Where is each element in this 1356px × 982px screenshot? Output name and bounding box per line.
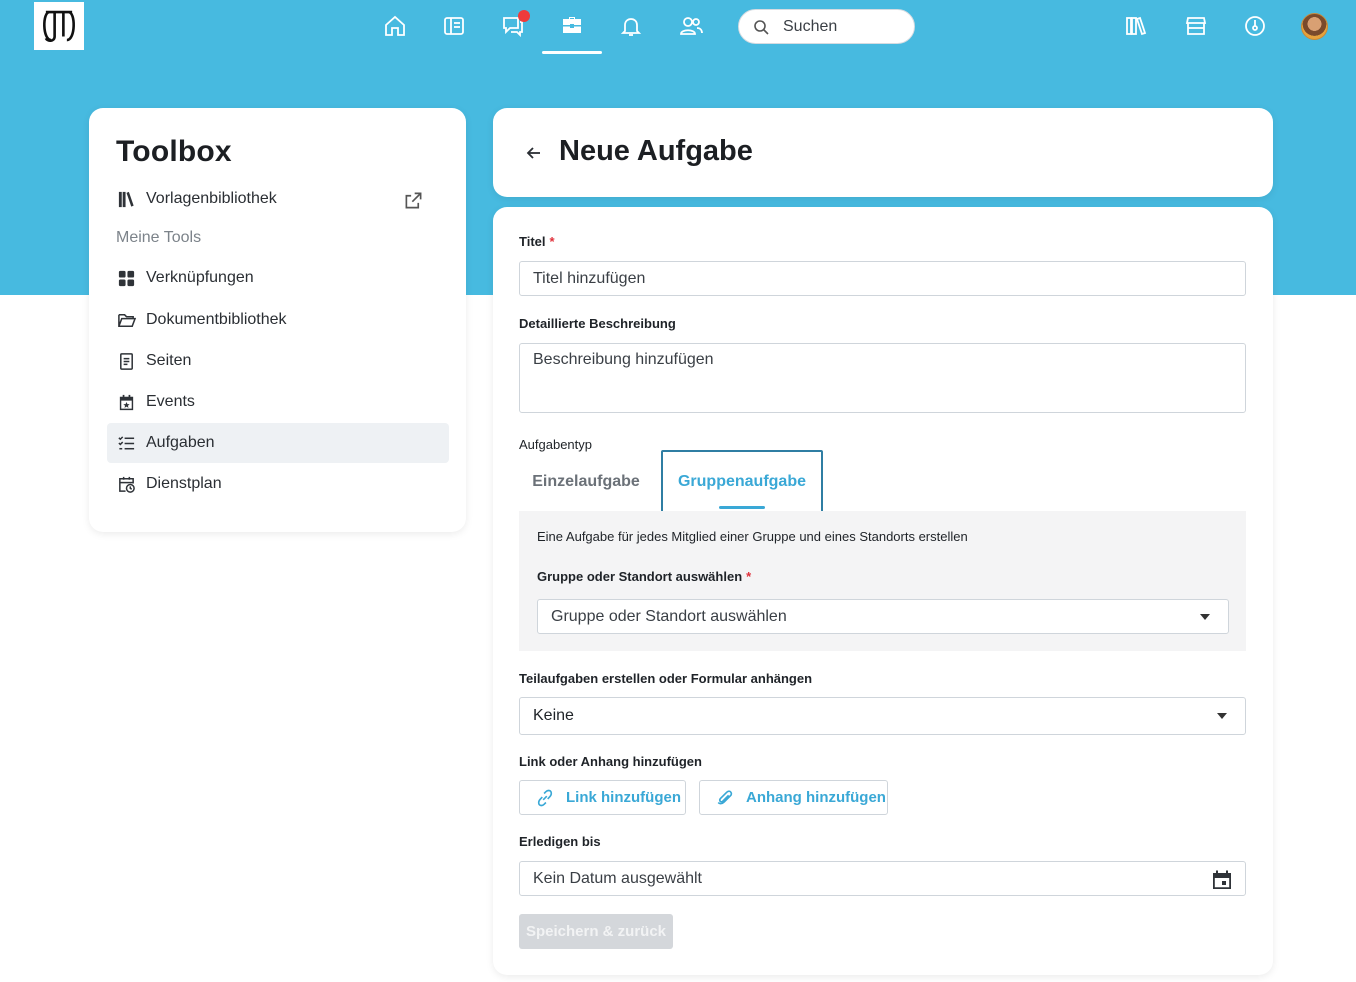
active-nav-indicator bbox=[542, 51, 602, 54]
logo-icon bbox=[43, 10, 75, 42]
tab-group-task[interactable]: Gruppenaufgabe bbox=[661, 450, 823, 514]
sidebar-item-duty-roster[interactable]: Dienstplan bbox=[107, 464, 449, 504]
save-and-back-button[interactable]: Speichern & zurück bbox=[519, 914, 673, 949]
calendar-clock-icon bbox=[119, 476, 135, 493]
news-icon[interactable] bbox=[440, 12, 468, 40]
toolbox-icon[interactable] bbox=[558, 12, 586, 40]
add-attachment-label: Anhang hinzufügen bbox=[746, 789, 886, 806]
task-form: Titel * Titel hinzufügen Detaillierte Bes… bbox=[493, 207, 1273, 975]
group-select[interactable]: Gruppe oder Standort auswählen bbox=[537, 599, 1229, 634]
description-textarea[interactable]: Beschreibung hinzufügen bbox=[519, 343, 1246, 413]
page-header: Neue Aufgabe bbox=[493, 108, 1273, 197]
home-icon[interactable] bbox=[381, 12, 409, 40]
sidebar-item-label: Dienstplan bbox=[146, 475, 222, 492]
group-select-value: Gruppe oder Standort auswählen bbox=[551, 607, 787, 625]
folder-icon bbox=[118, 313, 136, 327]
calendar-star-icon bbox=[119, 394, 134, 410]
add-link-button[interactable]: Link hinzufügen bbox=[519, 780, 686, 815]
description-label: Detaillierte Beschreibung bbox=[519, 316, 676, 331]
sidebar-item-template-library[interactable]: Vorlagenbibliothek bbox=[107, 179, 449, 219]
chevron-down-icon bbox=[1200, 613, 1210, 620]
attachment-label: Link oder Anhang hinzufügen bbox=[519, 754, 702, 769]
sidebar-item-shortcuts[interactable]: Verknüpfungen bbox=[107, 258, 449, 298]
link-icon bbox=[537, 789, 553, 806]
chevron-down-icon bbox=[1217, 713, 1227, 719]
subtask-select[interactable]: Keine bbox=[519, 697, 1246, 735]
back-arrow-icon[interactable] bbox=[524, 143, 544, 163]
search-icon bbox=[754, 19, 769, 35]
toolbox-sidebar: Toolbox Vorlagenbibliothek Meine Tools V… bbox=[89, 108, 466, 532]
subtask-label: Teilaufgaben erstellen oder Formular anh… bbox=[519, 671, 813, 686]
notification-badge bbox=[518, 10, 530, 22]
due-date-label: Erledigen bis bbox=[519, 834, 601, 849]
group-select-label: Gruppe oder Standort auswählen * bbox=[537, 569, 752, 584]
app-logo[interactable] bbox=[34, 2, 84, 50]
paperclip-icon bbox=[717, 789, 733, 804]
sidebar-title: Toolbox bbox=[116, 135, 232, 168]
sidebar-item-events[interactable]: Events bbox=[107, 382, 449, 422]
sidebar-item-label: Aufgaben bbox=[146, 434, 215, 451]
page-title: Neue Aufgabe bbox=[559, 135, 753, 167]
group-task-panel: Eine Aufgabe für jedes Mitglied einer Gr… bbox=[519, 511, 1246, 651]
group-task-description: Eine Aufgabe für jedes Mitglied einer Gr… bbox=[537, 529, 968, 544]
page-icon bbox=[120, 352, 133, 370]
external-link-icon[interactable] bbox=[404, 191, 423, 210]
store-icon[interactable] bbox=[1182, 12, 1210, 40]
people-icon[interactable] bbox=[677, 12, 705, 40]
library-icon bbox=[118, 191, 134, 207]
calendar-icon[interactable] bbox=[1211, 869, 1233, 891]
user-avatar[interactable] bbox=[1301, 13, 1328, 40]
add-link-label: Link hinzufügen bbox=[566, 789, 681, 806]
title-label: Titel * bbox=[519, 234, 555, 249]
sidebar-item-tasks[interactable]: Aufgaben bbox=[107, 423, 449, 463]
grid-icon bbox=[118, 270, 135, 286]
sidebar-item-label: Seiten bbox=[146, 352, 192, 369]
sidebar-section-label: Meine Tools bbox=[116, 229, 202, 246]
dashboard-icon[interactable] bbox=[1241, 12, 1269, 40]
search-input[interactable]: Suchen bbox=[738, 9, 915, 44]
sidebar-item-label: Vorlagenbibliothek bbox=[146, 190, 277, 207]
bell-icon[interactable] bbox=[617, 12, 645, 40]
add-attachment-button[interactable]: Anhang hinzufügen bbox=[699, 780, 888, 815]
subtask-select-value: Keine bbox=[533, 707, 574, 724]
active-tab-indicator bbox=[719, 506, 765, 509]
library-icon[interactable] bbox=[1122, 12, 1150, 40]
due-date-value: Kein Datum ausgewählt bbox=[533, 869, 702, 887]
sidebar-item-label: Events bbox=[146, 393, 195, 410]
due-date-input[interactable]: Kein Datum ausgewählt bbox=[519, 861, 1246, 896]
tab-single-task[interactable]: Einzelaufgabe bbox=[519, 450, 653, 514]
checklist-icon bbox=[118, 435, 135, 449]
sidebar-item-documents[interactable]: Dokumentbibliothek bbox=[107, 300, 449, 340]
search-placeholder: Suchen bbox=[783, 17, 838, 35]
title-input[interactable]: Titel hinzufügen bbox=[519, 261, 1246, 296]
sidebar-item-label: Dokumentbibliothek bbox=[146, 311, 287, 328]
sidebar-item-label: Verknüpfungen bbox=[146, 269, 254, 286]
sidebar-item-pages[interactable]: Seiten bbox=[107, 341, 449, 381]
